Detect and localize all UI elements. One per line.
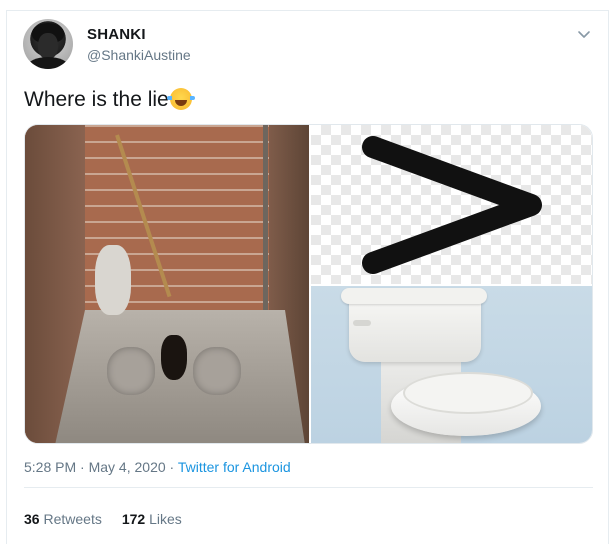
tweet-time[interactable]: 5:28 PM [24, 459, 76, 475]
separator: · [165, 459, 178, 475]
greater-than-sign-image[interactable] [311, 125, 592, 284]
tweet-stats: 36 Retweets 172 Likes [24, 511, 202, 527]
divider [24, 487, 593, 488]
pit-latrine-photo[interactable] [25, 125, 309, 443]
retweets-label: Retweets [43, 511, 102, 527]
tweet-text: Where is the lie [24, 87, 195, 113]
likes-count: 172 [121, 511, 146, 527]
likes-stat[interactable]: 172 Likes [122, 511, 182, 527]
tweet-card: SHANKI @ShankiAustine Where is the lie 5… [6, 10, 609, 544]
chevron-down-icon[interactable] [575, 25, 593, 43]
separator: · [76, 459, 89, 475]
tweet-date[interactable]: May 4, 2020 [89, 459, 166, 475]
tweet-text-content: Where is the lie [24, 88, 169, 111]
face-with-tears-of-joy-icon [166, 88, 195, 110]
flush-toilet-photo[interactable] [311, 286, 592, 443]
tweet-timestamp: 5:28 PM · May 4, 2020 · Twitter for Andr… [24, 459, 291, 475]
avatar[interactable] [23, 19, 73, 69]
retweets-count: 36 [24, 511, 40, 527]
user-display-name[interactable]: SHANKI [87, 26, 146, 43]
tweet-media-grid [24, 124, 593, 444]
likes-label: Likes [149, 511, 182, 527]
user-handle[interactable]: @ShankiAustine [87, 47, 191, 63]
tweet-source-link[interactable]: Twitter for Android [178, 459, 291, 475]
retweets-stat[interactable]: 36 Retweets [24, 511, 102, 527]
